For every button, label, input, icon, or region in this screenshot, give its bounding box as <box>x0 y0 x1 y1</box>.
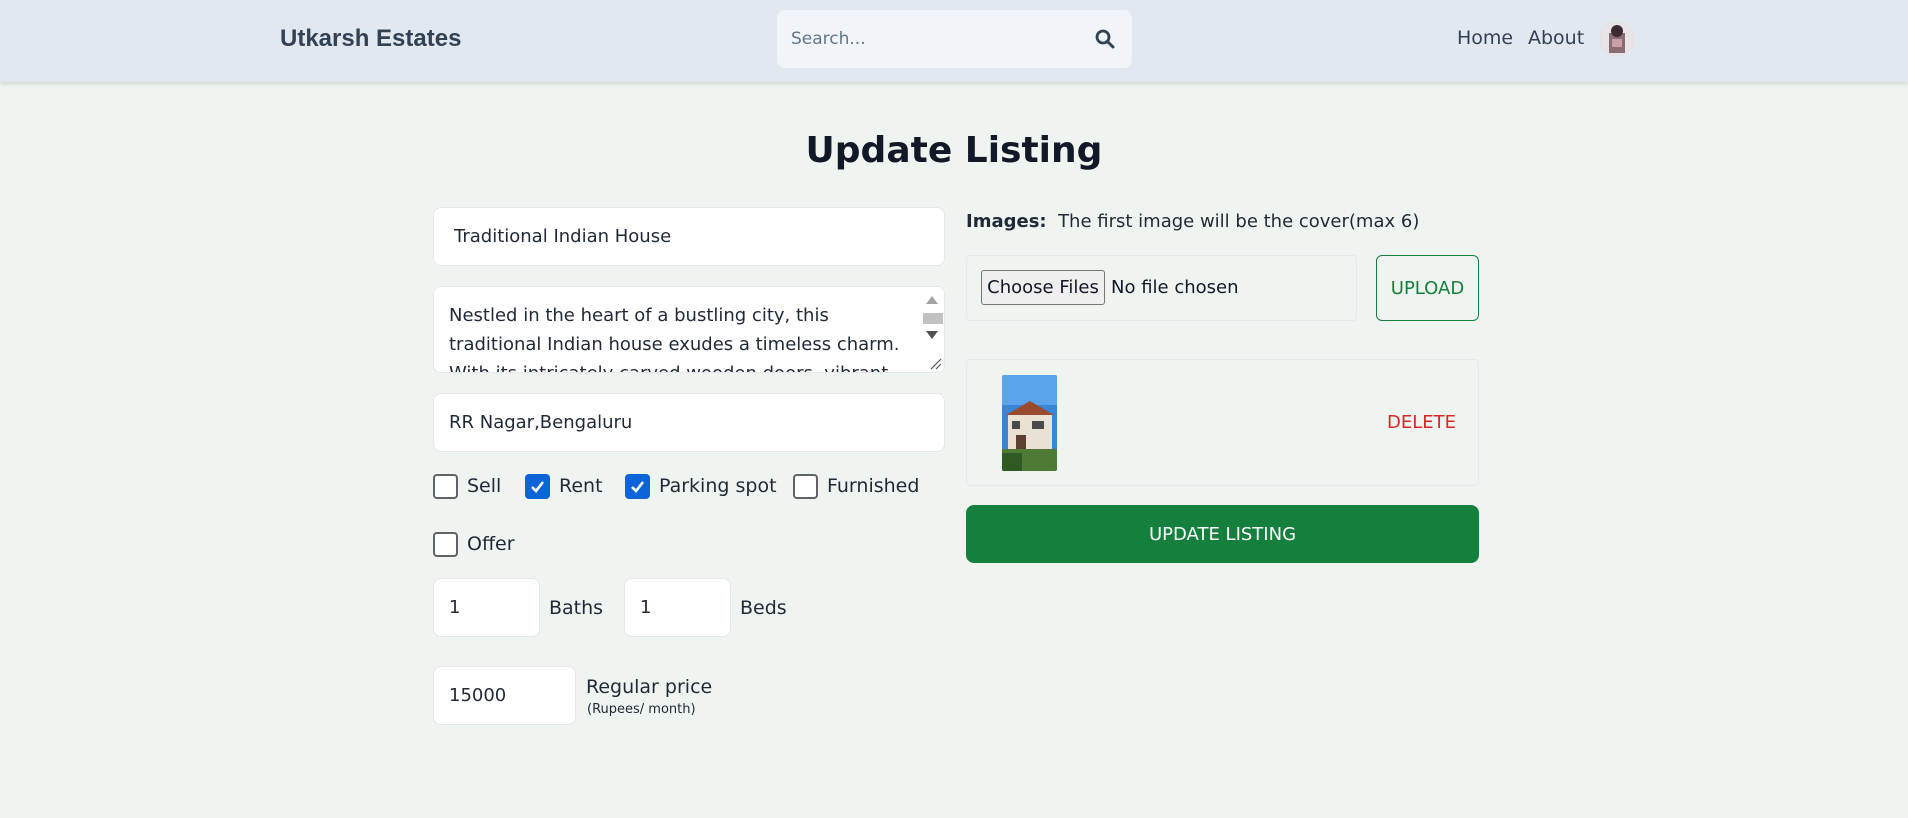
file-input[interactable]: Choose Files No file chosen <box>966 255 1357 321</box>
sell-label: Sell <box>467 475 502 497</box>
images-heading: Images: The first image will be the cove… <box>966 211 1419 232</box>
profile-avatar[interactable] <box>1600 22 1634 56</box>
images-heading-label: Images: <box>966 211 1047 232</box>
rent-label: Rent <box>559 475 603 497</box>
page-title: Update Listing <box>805 130 1103 171</box>
beds-label: Beds <box>740 597 787 619</box>
listing-image-thumbnail <box>1002 375 1057 471</box>
checkmark-icon <box>631 481 645 493</box>
scroll-up-arrow-icon[interactable] <box>926 296 938 304</box>
price-unit-label: (Rupees/ month) <box>587 702 696 717</box>
regular-price-label: Regular price <box>586 676 713 698</box>
rent-checkbox-box[interactable] <box>525 474 550 499</box>
brand-logo-text[interactable]: Utkarsh Estates <box>280 25 461 53</box>
beds-input[interactable] <box>624 578 731 637</box>
checkmark-icon <box>531 481 545 493</box>
nav-about-link[interactable]: About <box>1528 27 1584 49</box>
address-input[interactable] <box>433 393 945 452</box>
offer-label: Offer <box>467 533 515 555</box>
baths-input[interactable] <box>433 578 540 637</box>
offer-checkbox-box[interactable] <box>433 532 458 557</box>
top-navbar: Utkarsh Estates Home About <box>0 0 1908 82</box>
listing-name-input[interactable] <box>433 207 945 266</box>
no-file-chosen-text: No file chosen <box>1111 277 1239 298</box>
choose-files-button[interactable]: Choose Files <box>981 270 1105 305</box>
scroll-down-arrow-icon[interactable] <box>926 331 938 339</box>
update-listing-button[interactable]: UPDATE LISTING <box>966 505 1479 563</box>
scroll-thumb[interactable] <box>923 313 943 324</box>
uploaded-image-row: DELETE <box>966 359 1479 486</box>
parking-label: Parking spot <box>659 475 777 497</box>
parking-checkbox-box[interactable] <box>625 474 650 499</box>
description-text: Nestled in the heart of a bustling city,… <box>449 305 900 372</box>
description-textarea[interactable]: Nestled in the heart of a bustling city,… <box>433 286 945 373</box>
search-form <box>777 10 1132 68</box>
furnished-checkbox-box[interactable] <box>793 474 818 499</box>
baths-label: Baths <box>549 597 604 619</box>
search-icon[interactable] <box>1095 29 1117 51</box>
search-input[interactable] <box>791 10 1081 68</box>
regular-price-input[interactable] <box>433 666 576 725</box>
resize-grip-icon[interactable] <box>928 356 942 370</box>
delete-image-button[interactable]: DELETE <box>1387 412 1456 433</box>
nav-home-link[interactable]: Home <box>1457 27 1513 49</box>
sell-checkbox-box[interactable] <box>433 474 458 499</box>
furnished-label: Furnished <box>827 475 920 497</box>
upload-button[interactable]: UPLOAD <box>1376 255 1479 321</box>
images-heading-note: The first image will be the cover(max 6) <box>1058 211 1420 232</box>
